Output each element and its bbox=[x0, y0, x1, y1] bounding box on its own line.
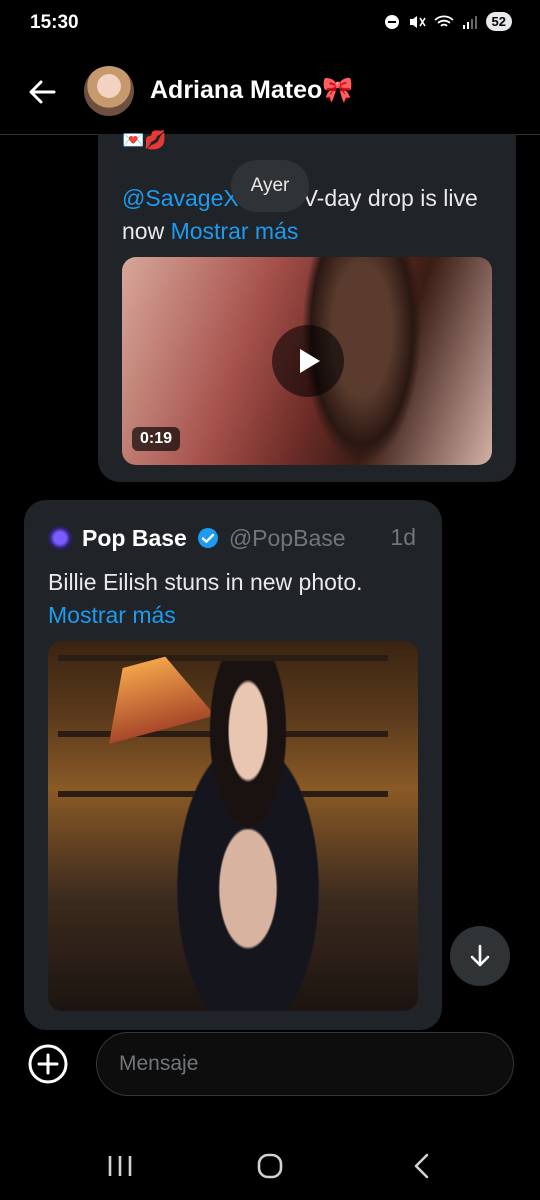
tweet-time: 1d bbox=[390, 524, 416, 550]
contact-name[interactable]: Adriana Mateo🎀 bbox=[150, 76, 353, 105]
back-button[interactable] bbox=[24, 72, 64, 112]
system-nav-bar bbox=[0, 1130, 540, 1200]
show-more-link-2[interactable]: Mostrar más bbox=[48, 602, 176, 628]
recents-button[interactable] bbox=[100, 1148, 140, 1184]
message-composer bbox=[0, 1030, 540, 1120]
arrow-down-icon bbox=[470, 944, 490, 967]
play-button[interactable] bbox=[272, 325, 344, 397]
tweet-text-2: Billie Eilish stuns in new photo. Mostra… bbox=[48, 566, 418, 632]
tweet-emoji-row: 💌💋 bbox=[122, 130, 167, 150]
play-icon bbox=[300, 349, 320, 373]
back-nav-icon bbox=[414, 1153, 429, 1179]
status-time: 15:30 bbox=[30, 12, 79, 33]
author-handle[interactable]: @PopBase bbox=[229, 525, 346, 552]
wifi-icon bbox=[433, 15, 454, 27]
plus-circle-icon bbox=[28, 1044, 68, 1084]
status-icons: 52 bbox=[384, 12, 512, 31]
status-bar: 15:30 52 bbox=[0, 0, 540, 50]
tweet-video[interactable]: 0:19 bbox=[122, 257, 492, 465]
author-name[interactable]: Pop Base bbox=[82, 525, 187, 552]
scroll-to-bottom-button[interactable] bbox=[450, 926, 510, 986]
date-separator: Ayer bbox=[231, 160, 309, 212]
add-media-button[interactable] bbox=[26, 1042, 70, 1086]
tweet-body-2: Billie Eilish stuns in new photo. bbox=[48, 569, 363, 595]
video-duration: 0:19 bbox=[132, 427, 181, 451]
shared-tweet-bubble-2[interactable]: Pop Base @PopBase 1d Billie Eilish stuns… bbox=[24, 500, 442, 1030]
signal-icon bbox=[462, 15, 477, 29]
photo-person bbox=[138, 661, 358, 1011]
dnd-icon bbox=[384, 14, 399, 29]
tweet-author-row: Pop Base @PopBase bbox=[48, 522, 346, 554]
chat-header: Adriana Mateo🎀 bbox=[0, 50, 540, 134]
back-arrow-icon bbox=[29, 80, 56, 104]
battery-badge: 52 bbox=[485, 12, 512, 31]
tweet-photo[interactable] bbox=[48, 641, 418, 1011]
verified-badge-icon bbox=[197, 528, 218, 548]
recents-icon bbox=[108, 1156, 132, 1176]
message-input[interactable] bbox=[96, 1032, 514, 1096]
home-icon bbox=[257, 1153, 283, 1179]
show-more-link[interactable]: Mostrar más bbox=[171, 218, 299, 244]
author-avatar[interactable] bbox=[48, 526, 72, 550]
back-nav-button[interactable] bbox=[402, 1148, 442, 1184]
mute-icon bbox=[409, 15, 426, 28]
contact-avatar[interactable] bbox=[84, 66, 134, 116]
home-button[interactable] bbox=[250, 1148, 290, 1184]
